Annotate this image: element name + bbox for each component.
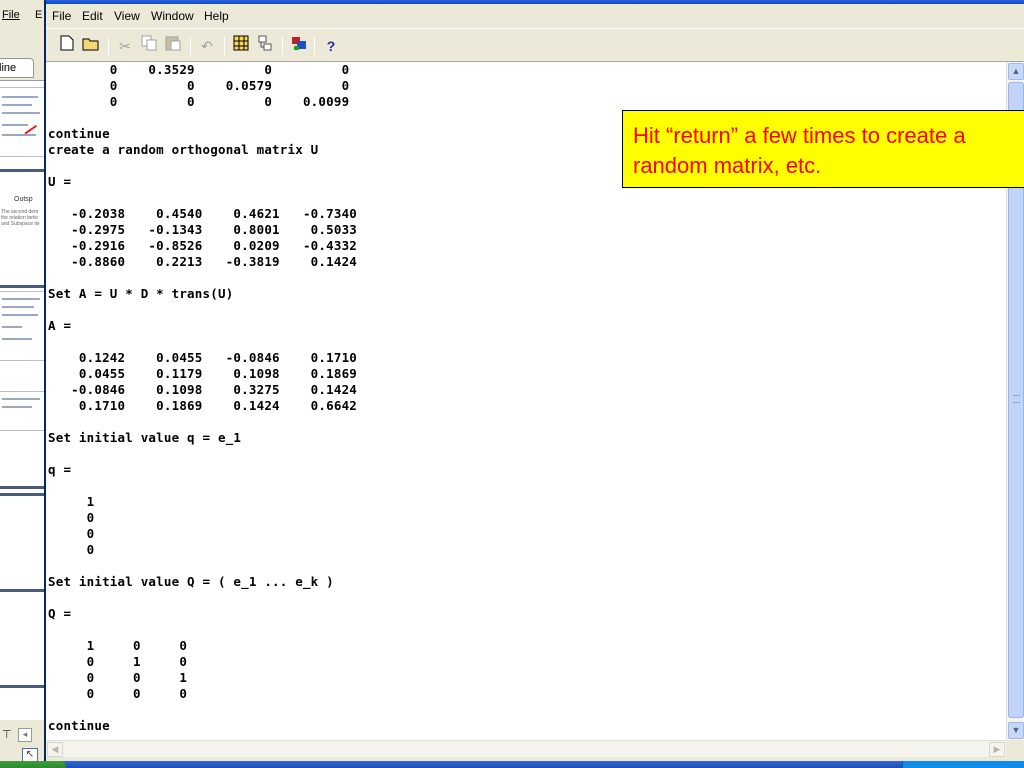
console-line: continue: [48, 718, 110, 733]
menubar: File Edit View Window Help: [46, 4, 1024, 28]
outline-tab[interactable]: line: [0, 58, 34, 78]
console-line: 0.0455 0.1179 0.1098 0.1869: [48, 366, 358, 381]
workspace-icon[interactable]: [230, 35, 252, 57]
menu-view[interactable]: View: [114, 9, 140, 23]
thumbnail-title: Outsp: [14, 196, 33, 203]
new-document-icon[interactable]: [56, 35, 78, 57]
scroll-left-button[interactable]: ◀: [47, 742, 63, 757]
console-line: 0 0 0 0.0099: [48, 94, 350, 109]
help-icon[interactable]: ?: [320, 35, 342, 57]
console-line: 1 0 0: [48, 638, 188, 653]
console-text: 0 0.3529 0 0 0 0 0.0579 0 0 0 0 0.0099 c…: [48, 62, 357, 734]
console-line: 0.1242 0.0455 -0.0846 0.1710: [48, 350, 358, 365]
console-line: Set initial value q = e_1: [48, 430, 242, 445]
undo-icon[interactable]: ↶: [196, 35, 218, 57]
menu-file[interactable]: File: [52, 9, 71, 23]
scroll-up-button[interactable]: ▲: [1008, 63, 1024, 80]
console-line: Set initial value Q = ( e_1 ... e_k ): [48, 574, 334, 589]
console-line: 0 0 0: [48, 686, 188, 701]
background-menu-edit[interactable]: E: [35, 9, 42, 21]
console-line: 0 0.3529 0 0: [48, 62, 350, 77]
scroll-right-button[interactable]: ▶: [989, 742, 1005, 757]
cut-icon[interactable]: ✂: [114, 35, 136, 57]
console-line: 0.1710 0.1869 0.1424 0.6642: [48, 398, 358, 413]
console-line: A =: [48, 318, 72, 333]
console-line: -0.8860 0.2213 -0.3819 0.1424: [48, 254, 358, 269]
horizontal-scrollbar[interactable]: ◀ ▶: [46, 740, 1006, 757]
console-line: 0 1 0: [48, 654, 188, 669]
console-line: 0: [48, 510, 95, 525]
red-arrow-icon: [24, 124, 42, 142]
slide-thumbnail[interactable]: [0, 291, 44, 361]
thumbnail-text: The second dem the relation betw and Sub…: [1, 209, 40, 227]
console-line: continue: [48, 126, 110, 141]
console-line: 0: [48, 526, 95, 541]
simulink-icon[interactable]: [288, 35, 310, 57]
console-line: -0.0846 0.1098 0.3275 0.1424: [48, 382, 358, 397]
console-line: Q =: [48, 606, 72, 621]
background-menu-file[interactable]: File: [2, 9, 20, 21]
console-line: 0 0 1: [48, 670, 188, 685]
taskbar: [0, 761, 1024, 768]
console-line: 0 0 0.0579 0: [48, 78, 350, 93]
path-browser-icon[interactable]: [254, 35, 276, 57]
console-line: U =: [48, 174, 72, 189]
console-line: Set A = U * D * trans(U): [48, 286, 234, 301]
system-tray: [902, 761, 1024, 768]
background-presentation-window: File E line Outsp The second dem the rel…: [0, 0, 44, 768]
copy-icon[interactable]: [138, 35, 160, 57]
instruction-callout: Hit “return” a few times to create a ran…: [622, 110, 1024, 188]
console-line: -0.2975 -0.1343 0.8001 0.5033: [48, 222, 358, 237]
menu-help[interactable]: Help: [204, 9, 229, 23]
menu-window[interactable]: Window: [151, 9, 194, 23]
start-button[interactable]: [0, 761, 66, 768]
console-line: 1: [48, 494, 95, 509]
slide-thumbnail[interactable]: [0, 391, 44, 431]
open-folder-icon[interactable]: [80, 35, 102, 57]
console-line: -0.2916 -0.8526 0.0209 -0.4332: [48, 238, 358, 253]
scroll-left-icon[interactable]: ◂: [18, 728, 32, 742]
console-line: q =: [48, 462, 72, 477]
scroll-down-button[interactable]: ▼: [1008, 722, 1024, 739]
scrollbar-corner: [1006, 740, 1024, 757]
menu-edit[interactable]: Edit: [82, 9, 103, 23]
console-line: 0: [48, 542, 95, 557]
background-menubar: File E: [0, 0, 44, 30]
console-line: -0.2038 0.4540 0.4621 -0.7340: [48, 206, 358, 221]
normal-view-icon[interactable]: ⊤: [2, 728, 16, 742]
paste-icon[interactable]: [162, 35, 184, 57]
slide-thumbnail[interactable]: [0, 87, 44, 157]
slide-thumbnail-pane[interactable]: [0, 80, 44, 720]
toolbar: ✂ ↶ ?: [46, 28, 1024, 62]
console-line: create a random orthogonal matrix U: [48, 142, 319, 157]
